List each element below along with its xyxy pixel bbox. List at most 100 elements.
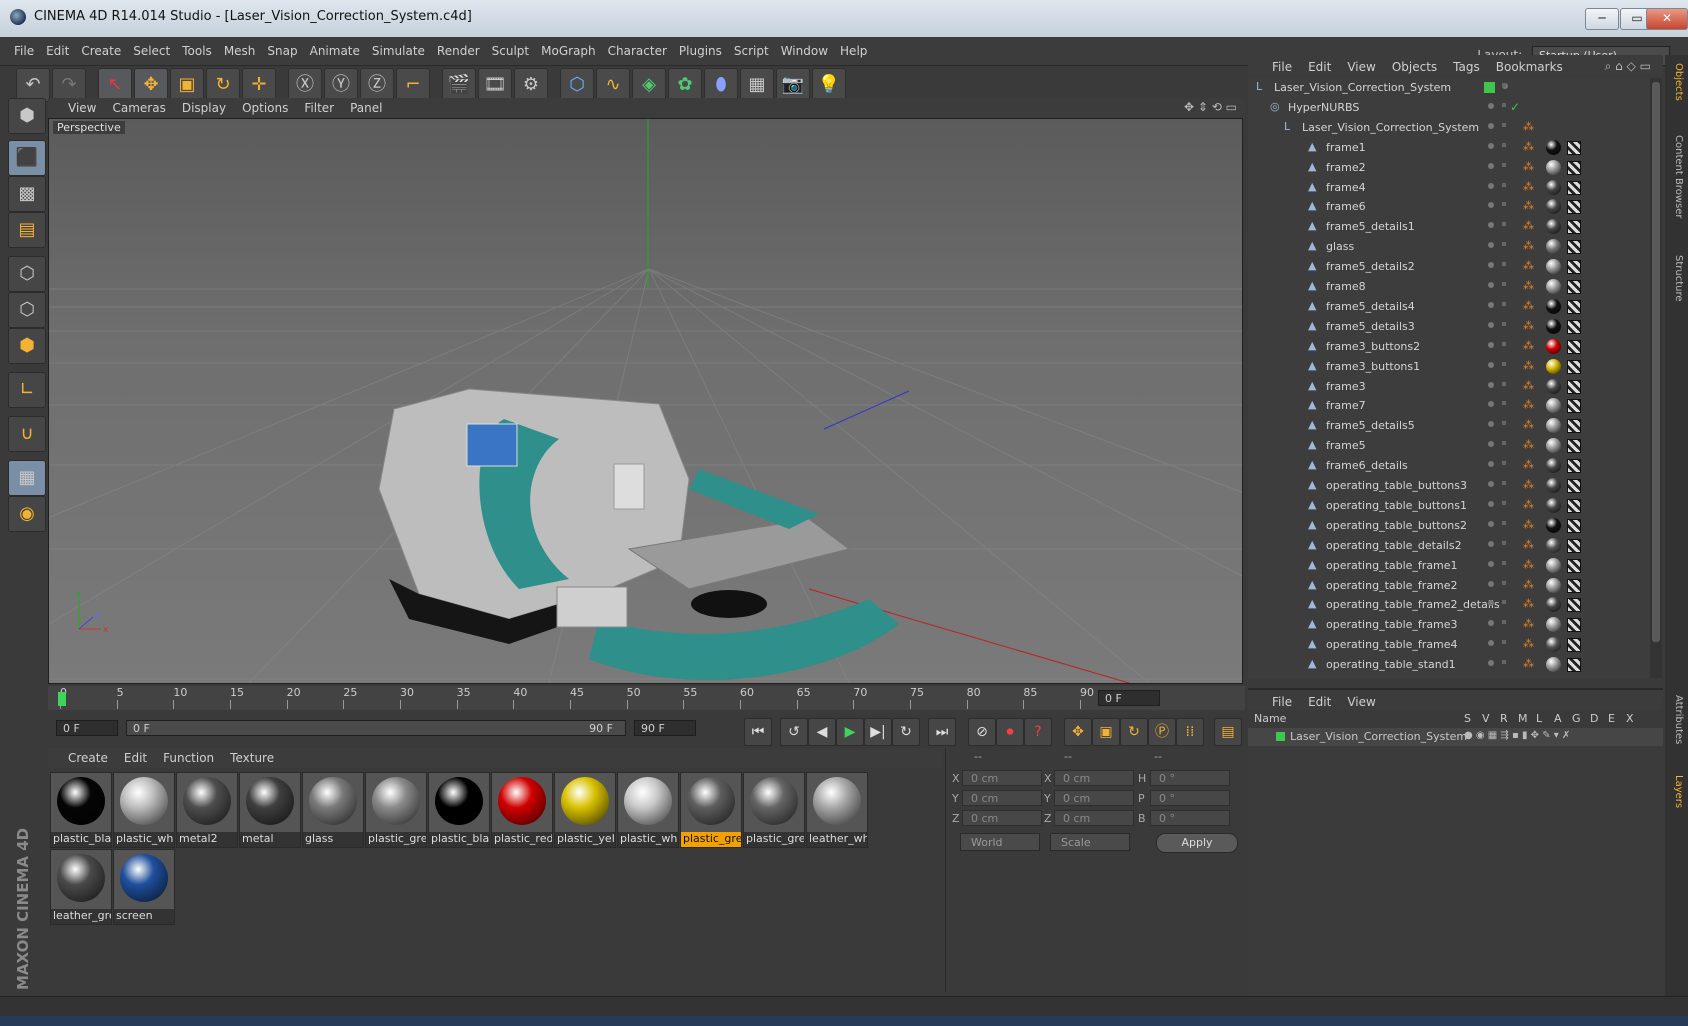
visibility-dot[interactable] xyxy=(1488,222,1494,229)
uvw-tag-icon[interactable] xyxy=(1567,558,1581,573)
render-dot[interactable] xyxy=(1502,580,1506,585)
layer-column-a[interactable]: A xyxy=(1554,712,1562,725)
phong-tag-icon[interactable]: ⁂ xyxy=(1523,340,1534,351)
layer-column-m[interactable]: M xyxy=(1518,712,1528,725)
texture-mode-icon[interactable]: ▩ xyxy=(8,176,46,212)
phong-tag-icon[interactable]: ⁂ xyxy=(1523,260,1534,271)
object-row[interactable]: ▲ frame7 ⁂ xyxy=(1248,396,1650,416)
menu-file[interactable]: File xyxy=(8,37,40,58)
phong-tag-icon[interactable]: ⁂ xyxy=(1523,499,1534,510)
object-row[interactable]: L Laser_Vision_Correction_System xyxy=(1248,78,1650,98)
uvw-tag-icon[interactable] xyxy=(1567,518,1581,533)
render-dot[interactable] xyxy=(1502,540,1506,545)
phong-tag-icon[interactable]: ⁂ xyxy=(1523,240,1534,251)
material-tag-icon[interactable] xyxy=(1546,557,1561,573)
object-row[interactable]: ▲ frame5_details5 ⁂ xyxy=(1248,416,1650,436)
object-row[interactable]: ▲ frame1 ⁂ xyxy=(1248,138,1650,158)
render-dot[interactable] xyxy=(1502,242,1506,247)
viewport-menu-filter[interactable]: Filter xyxy=(304,101,334,115)
material-tag-icon[interactable] xyxy=(1546,179,1561,195)
render-picture-viewer-icon[interactable]: 🎞 xyxy=(478,68,512,102)
coord-size-field[interactable]: 0 cm xyxy=(1054,810,1134,826)
render-dot[interactable] xyxy=(1502,620,1506,625)
material-swatch[interactable]: plastic_bla xyxy=(50,772,112,848)
phong-tag-icon[interactable]: ⁂ xyxy=(1523,360,1534,371)
material-tag-icon[interactable] xyxy=(1546,438,1561,454)
material-swatch[interactable]: plastic_yell xyxy=(554,772,616,848)
phong-tag-icon[interactable]: ⁂ xyxy=(1523,181,1534,192)
uvw-tag-icon[interactable] xyxy=(1567,498,1581,513)
menu-render[interactable]: Render xyxy=(431,37,486,58)
material-tag-icon[interactable] xyxy=(1546,577,1561,593)
coord-rotation-field[interactable]: 0 ° xyxy=(1150,770,1230,786)
floor-icon[interactable]: ▦ xyxy=(740,68,774,102)
visibility-dot[interactable] xyxy=(1488,361,1494,368)
menu-script[interactable]: Script xyxy=(728,37,775,58)
render-dot[interactable] xyxy=(1502,142,1506,147)
menu-tools[interactable]: Tools xyxy=(176,37,218,58)
object-row[interactable]: ▲ frame3_buttons2 ⁂ xyxy=(1248,337,1650,357)
layer-menu-file[interactable]: File xyxy=(1272,695,1292,709)
visibility-dot[interactable] xyxy=(1488,481,1494,487)
layer-column-name[interactable]: Name xyxy=(1254,712,1286,725)
array-icon[interactable]: ✿ xyxy=(668,68,702,102)
layer-menu-edit[interactable]: Edit xyxy=(1308,695,1331,709)
render-dot[interactable] xyxy=(1502,461,1506,466)
menu-help[interactable]: Help xyxy=(834,37,873,58)
object-row[interactable]: ▲ glass ⁂ xyxy=(1248,237,1650,257)
key-parameter-icon[interactable]: Ⓟ xyxy=(1148,718,1176,746)
material-tag-icon[interactable] xyxy=(1546,418,1561,434)
material-swatch[interactable]: plastic_gre xyxy=(680,772,742,848)
material-tag-icon[interactable] xyxy=(1546,298,1561,314)
uvw-tag-icon[interactable] xyxy=(1567,359,1581,374)
layer-column-v[interactable]: V xyxy=(1482,712,1490,725)
uvw-tag-icon[interactable] xyxy=(1567,339,1581,354)
menu-select[interactable]: Select xyxy=(127,37,176,58)
locked-workplane-icon[interactable]: ◉ xyxy=(8,496,46,532)
material-menu-function[interactable]: Function xyxy=(163,751,214,765)
visibility-dot[interactable] xyxy=(1488,461,1494,468)
object-row[interactable]: ▲ operating_table_frame2 ⁂ xyxy=(1248,576,1650,596)
render-dot[interactable] xyxy=(1502,341,1506,346)
uvw-tag-icon[interactable] xyxy=(1567,419,1581,434)
material-menu-create[interactable]: Create xyxy=(68,751,108,765)
uvw-tag-icon[interactable] xyxy=(1567,280,1581,294)
visibility-dot[interactable] xyxy=(1488,401,1494,408)
render-dot[interactable] xyxy=(1502,640,1506,645)
phong-tag-icon[interactable]: ⁂ xyxy=(1523,519,1534,530)
viewport-menu-view[interactable]: View xyxy=(68,101,96,115)
next-key-icon[interactable]: ↻ xyxy=(892,718,920,746)
layer-column-x[interactable]: X xyxy=(1626,712,1634,725)
visibility-dot[interactable] xyxy=(1488,540,1494,547)
object-row[interactable]: ▲ frame5_details2 ⁂ xyxy=(1248,257,1650,277)
menu-mesh[interactable]: Mesh xyxy=(218,37,262,58)
object-row[interactable]: ▲ operating_table_buttons3 ⁂ xyxy=(1248,476,1650,496)
coord-size-field[interactable]: 0 cm xyxy=(1054,770,1134,786)
material-tag-icon[interactable] xyxy=(1546,358,1561,374)
render-dot[interactable] xyxy=(1502,122,1506,127)
uvw-tag-icon[interactable] xyxy=(1567,598,1581,613)
workplane-mode-icon[interactable]: ▤ xyxy=(8,212,46,248)
object-row[interactable]: ▲ frame5_details4 ⁂ xyxy=(1248,297,1650,317)
spline-icon[interactable]: ∿ xyxy=(596,68,630,102)
viewport-menu-options[interactable]: Options xyxy=(242,101,288,115)
key-rotation-icon[interactable]: ↻ xyxy=(1120,718,1148,746)
visibility-dot[interactable] xyxy=(1488,660,1494,667)
visibility-dot[interactable] xyxy=(1488,560,1494,567)
material-tag-icon[interactable] xyxy=(1546,139,1561,155)
material-swatch[interactable]: plastic_whi xyxy=(617,772,679,848)
material-swatch[interactable]: glass xyxy=(302,772,364,848)
uvw-tag-icon[interactable] xyxy=(1567,479,1581,493)
object-row[interactable]: ◎ HyperNURBS ✓ xyxy=(1248,98,1650,118)
object-menu-view[interactable]: View xyxy=(1347,60,1375,74)
coord-position-field[interactable]: 0 cm xyxy=(962,790,1042,806)
object-row[interactable]: ▲ frame3_buttons1 ⁂ xyxy=(1248,357,1650,377)
material-tag-icon[interactable] xyxy=(1546,458,1561,474)
visibility-dot[interactable] xyxy=(1488,580,1494,587)
menu-snap[interactable]: Snap xyxy=(261,37,303,58)
cube-primitive-icon[interactable]: ⬡ xyxy=(560,68,594,102)
minimize-button[interactable]: ─ xyxy=(1585,8,1619,30)
uvw-tag-icon[interactable] xyxy=(1567,240,1581,255)
uvw-tag-icon[interactable] xyxy=(1567,638,1581,653)
object-row[interactable]: ▲ operating_table_details2 ⁂ xyxy=(1248,536,1650,556)
